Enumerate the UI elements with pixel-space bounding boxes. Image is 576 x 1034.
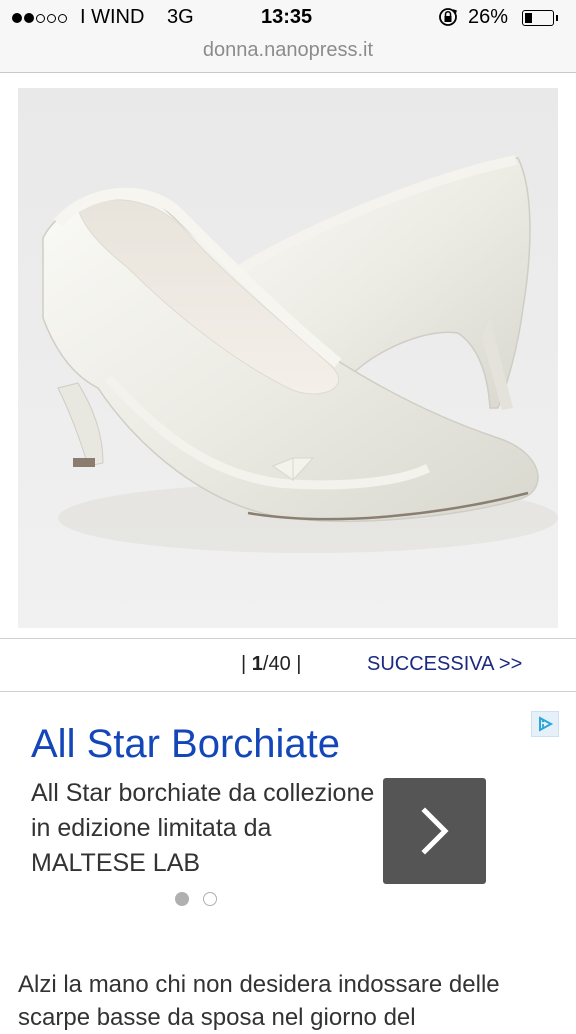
carousel-dot-active[interactable] — [175, 892, 189, 906]
ad-description: All Star borchiate da collezione in ediz… — [31, 779, 375, 877]
chevron-right-icon — [421, 807, 449, 855]
bridal-pumps-image — [42, 155, 558, 553]
url-text: donna.nanopress.it — [202, 39, 374, 61]
status-time: 13:35 — [261, 6, 313, 28]
ad-carousel-dots — [175, 892, 231, 911]
battery-percent: 26% — [468, 6, 509, 28]
article-text: Alzi la mano chi non desidera indossare … — [18, 971, 500, 1031]
rotation-lock-icon — [437, 6, 459, 34]
address-bar[interactable]: donna.nanopress.it — [0, 36, 576, 73]
ad-banner[interactable]: All Star Borchiate All Star borchiate da… — [0, 700, 576, 930]
gallery-pager: | 1/40 | SUCCESSIVA >> — [0, 638, 576, 692]
battery-icon — [522, 10, 558, 26]
product-photo[interactable] — [18, 88, 558, 628]
carousel-dot[interactable] — [203, 892, 217, 906]
status-bar: I WIND 3G 13:35 26% — [0, 0, 576, 36]
ad-title[interactable]: All Star Borchiate — [31, 722, 340, 767]
adchoices-icon[interactable] — [531, 711, 559, 737]
gallery-counter: | 1/40 | — [241, 653, 302, 675]
ad-go-button[interactable] — [383, 778, 486, 884]
carrier-name: I WIND — [80, 6, 145, 28]
signal-strength-icon — [12, 8, 69, 31]
next-button[interactable]: SUCCESSIVA >> — [367, 653, 522, 676]
network-type: 3G — [167, 6, 194, 28]
